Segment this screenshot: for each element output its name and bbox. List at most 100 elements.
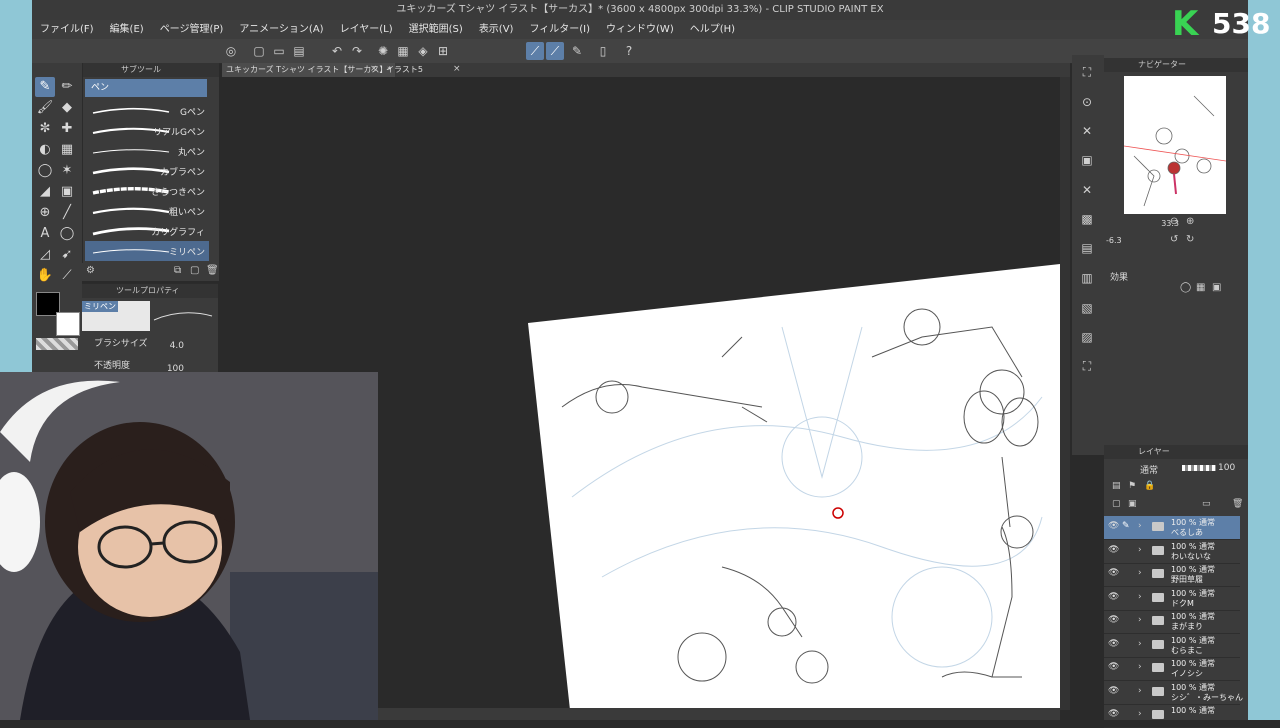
brush-item-real-gpen[interactable]: リアルGペン bbox=[85, 121, 209, 141]
delete-layer-icon[interactable]: 🗑 bbox=[1232, 499, 1243, 509]
eyedropper-tool-icon[interactable]: ⟋ bbox=[57, 266, 77, 286]
auto-action-icon[interactable]: ▧ bbox=[1078, 299, 1096, 317]
hand-tool-icon[interactable]: ✋ bbox=[35, 266, 55, 286]
tone-effect-icon[interactable]: ▦ bbox=[1196, 282, 1205, 293]
fill-tool-icon[interactable]: ◢ bbox=[35, 182, 55, 202]
move-tool-icon[interactable]: ✚ bbox=[57, 119, 77, 139]
zoom-in-icon[interactable]: ⊕ bbox=[1186, 216, 1194, 227]
tab-illustration5[interactable]: イラスト5 bbox=[382, 63, 427, 77]
new-subtool-icon[interactable]: ▢ bbox=[190, 265, 199, 276]
reference-icon[interactable]: ⛶ bbox=[1078, 357, 1096, 375]
close-tab-icon[interactable]: × bbox=[453, 64, 461, 74]
layer-row[interactable]: 👁 › 100 % 通常 わいないな bbox=[1104, 540, 1240, 564]
color-set-icon[interactable]: ▩ bbox=[1078, 210, 1096, 228]
frame-tool-icon[interactable]: ◿ bbox=[35, 245, 55, 265]
zoom-tool-icon[interactable]: ⊕ bbox=[35, 203, 55, 223]
layer-row[interactable]: 👁 › 100 % 通常 シシ゛・みーちゃん bbox=[1104, 681, 1243, 705]
brush-tool-icon[interactable]: 🖌 bbox=[35, 98, 55, 118]
subtool-group-tab[interactable]: ペン bbox=[85, 79, 207, 97]
expand-chevron-icon[interactable]: › bbox=[1138, 709, 1142, 719]
grid-tool-icon[interactable]: ▦ bbox=[57, 140, 77, 160]
rotate-left-icon[interactable]: ↺ bbox=[1170, 234, 1178, 245]
canvas-scrollbar[interactable] bbox=[1060, 77, 1070, 710]
clip-studio-icon[interactable]: ◎ bbox=[222, 42, 240, 60]
layer-row[interactable]: 👁 › 100 % 通常 むらまこ bbox=[1104, 634, 1240, 658]
menu-page[interactable]: ページ管理(P) bbox=[152, 20, 232, 39]
smartphone-icon[interactable]: ▯ bbox=[594, 42, 612, 60]
delete-subtool-icon[interactable]: 🗑 bbox=[206, 265, 219, 276]
rotation-value[interactable]: -6.3 bbox=[1106, 236, 1122, 245]
new-folder-icon[interactable]: ▭ bbox=[1202, 499, 1211, 509]
brush-item-rough-pen[interactable]: さらつきペン bbox=[85, 181, 209, 201]
pen-snap-icon[interactable]: ⟋ bbox=[526, 42, 544, 60]
undo-icon[interactable]: ↶ bbox=[328, 42, 346, 60]
balloon-tool-icon[interactable]: ◯ bbox=[57, 224, 77, 244]
close-icon[interactable]: ✕ bbox=[1078, 181, 1096, 199]
menu-edit[interactable]: 編集(E) bbox=[102, 20, 152, 39]
pencil-tool-icon[interactable]: ✏ bbox=[57, 77, 77, 97]
layer-row[interactable]: 👁 › 100 % 通常 ドクM bbox=[1104, 587, 1240, 611]
visibility-eye-icon[interactable]: 👁 bbox=[1108, 662, 1119, 672]
brush-item-calligraphy[interactable]: カリグラフィ bbox=[85, 221, 209, 241]
menu-view[interactable]: 表示(V) bbox=[471, 20, 522, 39]
rotate-right-icon[interactable]: ↻ bbox=[1186, 234, 1194, 245]
brush-size-value[interactable]: 4.0 bbox=[160, 341, 184, 351]
navigator-icon[interactable]: ⛶ bbox=[1078, 63, 1096, 81]
layer-blend-mode-select[interactable]: 通常 bbox=[1140, 463, 1158, 476]
sub-color-swatch[interactable] bbox=[56, 312, 80, 336]
layer-row[interactable]: 👁 › 100 % 通常 野田草履 bbox=[1104, 563, 1240, 587]
gradient-tool-icon[interactable]: ▣ bbox=[57, 182, 77, 202]
text-tool-icon[interactable]: A bbox=[35, 224, 55, 244]
close-tab-icon[interactable]: × bbox=[370, 64, 378, 74]
border-effect-icon[interactable]: ◯ bbox=[1180, 282, 1191, 293]
new-file-icon[interactable]: ▢ bbox=[250, 42, 268, 60]
lasso-tool-icon[interactable]: ◯ bbox=[35, 161, 55, 181]
layer-row[interactable]: 👁 › 100 % 通常 イノシシ bbox=[1104, 657, 1240, 681]
menu-help[interactable]: ヘルプ(H) bbox=[682, 20, 743, 39]
visibility-eye-icon[interactable]: 👁 bbox=[1108, 639, 1119, 649]
layer-opacity-slider[interactable] bbox=[1182, 465, 1216, 471]
menu-window[interactable]: ウィンドウ(W) bbox=[598, 20, 682, 39]
help-icon[interactable]: ? bbox=[620, 42, 638, 60]
search-icon[interactable]: ⊙ bbox=[1078, 93, 1096, 111]
layer-row[interactable]: 👁 › 100 % 通常 まがまり bbox=[1104, 610, 1240, 634]
close-icon[interactable]: ✕ bbox=[1078, 122, 1096, 140]
subtool-settings-icon[interactable]: ⚙ bbox=[86, 265, 95, 276]
visibility-eye-icon[interactable]: 👁 bbox=[1108, 615, 1119, 625]
layer-property-icon[interactable]: ▣ bbox=[1078, 151, 1096, 169]
material-icon[interactable]: ▤ bbox=[1078, 239, 1096, 257]
expand-chevron-icon[interactable]: › bbox=[1138, 662, 1142, 672]
clip-layer-icon[interactable]: ▤ bbox=[1112, 481, 1121, 491]
copy-subtool-icon[interactable]: ⧉ bbox=[174, 265, 181, 276]
open-file-icon[interactable]: ▭ bbox=[270, 42, 288, 60]
item-bank-icon[interactable]: ▨ bbox=[1078, 328, 1096, 346]
object-tool-icon[interactable]: ➹ bbox=[57, 245, 77, 265]
expand-chevron-icon[interactable]: › bbox=[1138, 568, 1142, 578]
menu-selection[interactable]: 選択範囲(S) bbox=[401, 20, 471, 39]
menu-file[interactable]: ファイル(F) bbox=[32, 20, 102, 39]
layer-row[interactable]: 👁 › 100 % 通常 bbox=[1104, 704, 1240, 728]
visibility-eye-icon[interactable]: 👁 bbox=[1108, 545, 1119, 555]
expand-chevron-icon[interactable]: › bbox=[1138, 545, 1142, 555]
save-icon[interactable]: ▤ bbox=[290, 42, 308, 60]
brush-item-coarse-pen[interactable]: 粗いペン bbox=[85, 201, 209, 221]
brush-item-milli-pen[interactable]: ミリペン bbox=[85, 241, 209, 261]
expand-chevron-icon[interactable]: › bbox=[1138, 686, 1142, 696]
expand-chevron-icon[interactable]: › bbox=[1138, 615, 1142, 625]
brush-item-maru-pen[interactable]: 丸ペン bbox=[85, 141, 209, 161]
pen-tool-icon[interactable]: ✎ bbox=[35, 77, 55, 97]
blend-tool-icon[interactable]: ◐ bbox=[35, 140, 55, 160]
history-icon[interactable]: ▥ bbox=[1078, 269, 1096, 287]
magic-wand-icon[interactable]: ✶ bbox=[57, 161, 77, 181]
visibility-eye-icon[interactable]: 👁 bbox=[1108, 686, 1119, 696]
layer-row[interactable]: 👁 ✎ › 100 % 通常 べるしあ bbox=[1104, 516, 1240, 540]
visibility-eye-icon[interactable]: 👁 bbox=[1108, 592, 1119, 602]
brush-item-kabura-pen[interactable]: カブラペン bbox=[85, 161, 209, 181]
pen-settings-icon[interactable]: ✎ bbox=[568, 42, 586, 60]
color-effect-icon[interactable]: ▣ bbox=[1212, 282, 1221, 293]
eraser-tool-icon[interactable]: ◆ bbox=[57, 98, 77, 118]
zoom-out-icon[interactable]: ⊖ bbox=[1170, 216, 1178, 227]
brush-item-gpen[interactable]: Gペン bbox=[85, 101, 209, 121]
redo-icon[interactable]: ↷ bbox=[348, 42, 366, 60]
lock-layer-icon[interactable]: 🔒 bbox=[1144, 481, 1155, 491]
